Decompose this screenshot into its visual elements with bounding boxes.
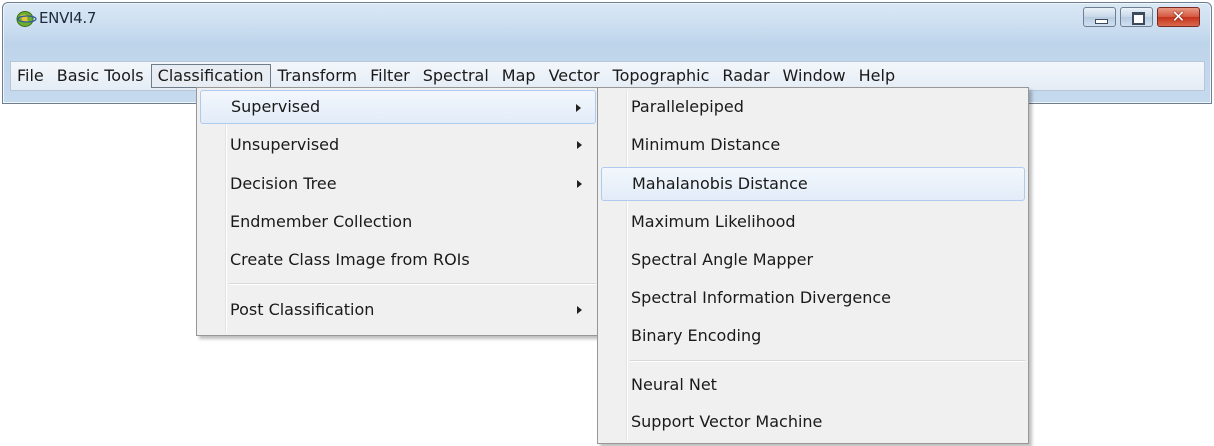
menu-transform[interactable]: Transform	[272, 64, 364, 88]
menu-map[interactable]: Map	[496, 64, 542, 88]
close-button[interactable]: ✕	[1157, 7, 1200, 27]
submenu-arrow-icon	[577, 180, 582, 188]
menu-item-label: Neural Net	[631, 375, 717, 394]
menu-separator	[630, 360, 1025, 362]
menu-topographic[interactable]: Topographic	[607, 64, 716, 88]
menu-item-label: Maximum Likelihood	[631, 212, 796, 231]
classification-dropdown: Supervised Unsupervised Decision Tree En…	[196, 87, 600, 336]
menu-item-endmember-collection[interactable]: Endmember Collection	[200, 205, 596, 239]
menu-filter[interactable]: Filter	[364, 64, 416, 88]
window-title: ENVI4.7	[39, 9, 97, 27]
maximize-button[interactable]	[1120, 7, 1153, 27]
menu-item-decision-tree[interactable]: Decision Tree	[200, 167, 596, 201]
minimize-button[interactable]	[1083, 7, 1116, 27]
menu-file[interactable]: File	[11, 64, 50, 88]
menu-spectral[interactable]: Spectral	[417, 64, 495, 88]
menu-item-label: Unsupervised	[230, 135, 340, 154]
menu-item-create-class-image[interactable]: Create Class Image from ROIs	[200, 243, 596, 277]
menu-item-unsupervised[interactable]: Unsupervised	[200, 128, 596, 162]
submenu-arrow-icon	[576, 104, 581, 112]
submenu-arrow-icon	[577, 141, 582, 149]
menu-item-label: Parallelepiped	[631, 97, 744, 116]
menu-item-label: Spectral Angle Mapper	[631, 250, 814, 269]
menu-radar[interactable]: Radar	[716, 64, 775, 88]
menu-item-spectral-angle-mapper[interactable]: Spectral Angle Mapper	[601, 243, 1025, 277]
menu-item-minimum-distance[interactable]: Minimum Distance	[601, 128, 1025, 162]
menu-classification[interactable]: Classification	[150, 64, 271, 88]
menu-item-label: Mahalanobis Distance	[632, 174, 808, 193]
menu-window[interactable]: Window	[777, 64, 852, 88]
envi-globe-icon	[15, 10, 37, 28]
menu-item-maximum-likelihood[interactable]: Maximum Likelihood	[601, 205, 1025, 239]
menu-item-label: Supervised	[231, 97, 321, 116]
menu-item-label: Endmember Collection	[230, 212, 413, 231]
submenu-arrow-icon	[577, 306, 582, 314]
menu-item-label: Minimum Distance	[631, 135, 781, 154]
menu-item-support-vector-machine[interactable]: Support Vector Machine	[601, 405, 1025, 439]
minimize-icon	[1095, 19, 1108, 24]
supervised-submenu: Parallelepiped Minimum Distance Mahalano…	[597, 87, 1029, 444]
menu-vector[interactable]: Vector	[543, 64, 606, 88]
menu-item-supervised[interactable]: Supervised	[200, 90, 596, 124]
menu-item-label: Binary Encoding	[631, 326, 762, 345]
menu-item-label: Decision Tree	[230, 174, 337, 193]
menu-item-label: Support Vector Machine	[631, 412, 823, 431]
menu-help[interactable]: Help	[853, 64, 901, 88]
close-icon: ✕	[1171, 7, 1186, 26]
menu-item-parallelepiped[interactable]: Parallelepiped	[601, 90, 1025, 124]
title-bar[interactable]: ENVI4.7 ✕	[3, 3, 1211, 33]
menu-item-mahalanobis-distance[interactable]: Mahalanobis Distance	[601, 167, 1025, 201]
menu-item-neural-net[interactable]: Neural Net	[601, 368, 1025, 402]
menu-item-label: Post Classification	[230, 300, 375, 319]
menu-item-label: Spectral Information Divergence	[631, 288, 891, 307]
menu-item-binary-encoding[interactable]: Binary Encoding	[601, 319, 1025, 353]
menu-item-label: Create Class Image from ROIs	[230, 250, 470, 269]
menu-separator	[229, 283, 596, 285]
menu-item-post-classification[interactable]: Post Classification	[200, 293, 596, 327]
maximize-icon	[1132, 12, 1145, 25]
menu-item-spectral-information-divergence[interactable]: Spectral Information Divergence	[601, 281, 1025, 315]
menu-basic-tools[interactable]: Basic Tools	[51, 64, 150, 88]
